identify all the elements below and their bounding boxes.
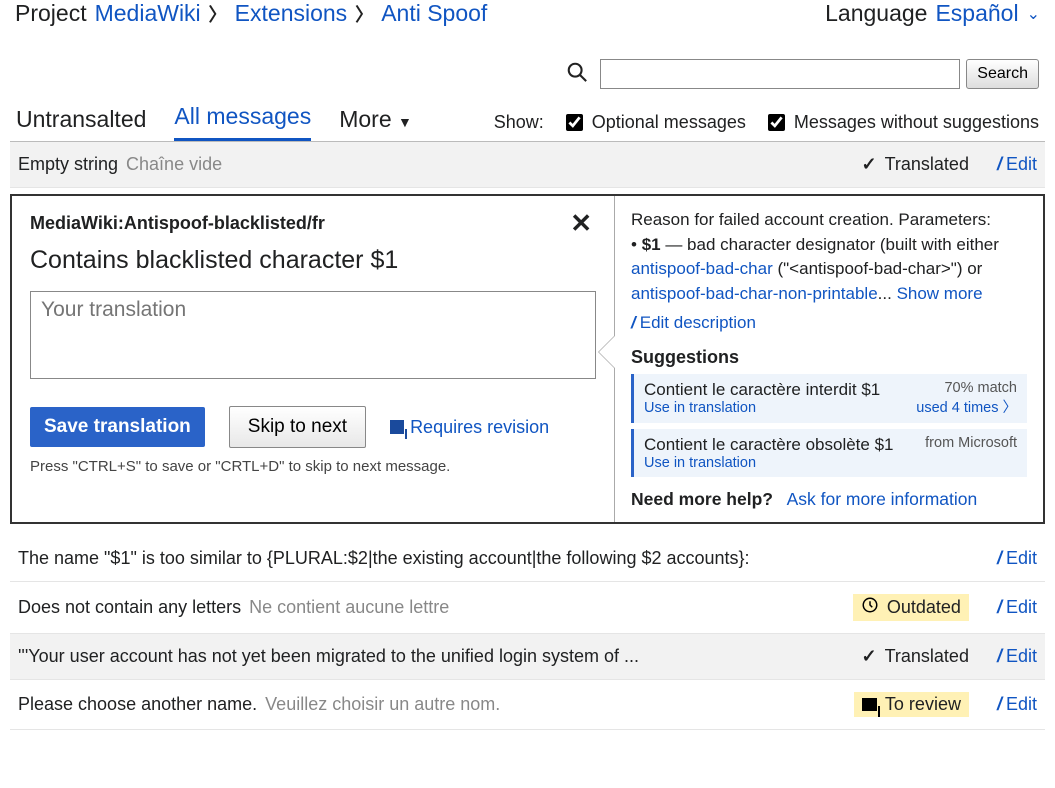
ask-info-link[interactable]: Ask for more information [787, 489, 978, 509]
requires-revision-link[interactable]: Requires revision [390, 417, 549, 438]
link-antispoof-bad-char-nonprintable[interactable]: antispoof-bad-char-non-printable [631, 284, 878, 303]
suggestion-match: 70% match [916, 380, 1017, 396]
link-antispoof-bad-char[interactable]: antispoof-bad-char [631, 259, 773, 278]
edit-link[interactable]: /Edit [997, 597, 1037, 618]
tab-all-messages[interactable]: All messages [174, 103, 311, 141]
message-row[interactable]: The name "$1" is too similar to {PLURAL:… [10, 536, 1045, 582]
use-in-translation-link[interactable]: Use in translation [644, 455, 915, 471]
search-button[interactable]: Search [966, 59, 1039, 89]
suggestion-text: Contient le caractère obsolète $1 [644, 435, 915, 455]
close-icon[interactable]: ✕ [566, 210, 596, 236]
chevron-right-icon: 〉 [355, 1, 373, 27]
suggestion-card: Contient le caractère interdit $1 Use in… [631, 374, 1027, 423]
language-label: Language [825, 0, 927, 27]
message-source: '''Your user account has not yet been mi… [18, 646, 639, 667]
show-label: Show: [494, 112, 544, 133]
status-outdated: Outdated [853, 594, 969, 621]
edit-link[interactable]: /Edit [997, 646, 1037, 667]
edit-link[interactable]: /Edit [997, 154, 1037, 175]
breadcrumb-prefix: Project [15, 0, 87, 27]
save-button[interactable]: Save translation [30, 407, 205, 447]
edit-link[interactable]: /Edit [997, 548, 1037, 569]
pencil-icon: / [997, 694, 1002, 715]
editor-message-key: MediaWiki:Antispoof-blacklisted/fr [30, 213, 325, 234]
message-row[interactable]: Empty string Chaîne vide Translated /Edi… [10, 142, 1045, 188]
language-selector[interactable]: Language Español ⌄ [825, 0, 1040, 27]
breadcrumb-antispoof[interactable]: Anti Spoof [381, 0, 487, 27]
message-translation: Chaîne vide [126, 154, 222, 175]
translation-input[interactable] [30, 291, 596, 379]
flag-icon [862, 698, 877, 711]
check-icon [861, 646, 876, 667]
suggestion-card: Contient le caractère obsolète $1 Use in… [631, 429, 1027, 477]
breadcrumb-extensions[interactable]: Extensions [235, 0, 348, 27]
message-row[interactable]: '''Your user account has not yet been mi… [10, 634, 1045, 680]
edit-description-link[interactable]: /Edit description [631, 313, 1027, 333]
breadcrumb-mediawiki[interactable]: MediaWiki [95, 0, 201, 27]
language-value: Español [935, 0, 1018, 27]
suggestion-source: from Microsoft [925, 435, 1017, 451]
suggestions-heading: Suggestions [631, 347, 1027, 368]
message-row[interactable]: Please choose another name. Veuillez cho… [10, 680, 1045, 730]
show-more-link[interactable]: Show more [897, 284, 983, 303]
search-input[interactable] [600, 59, 960, 89]
chevron-right-icon: 〉 [209, 1, 227, 27]
use-in-translation-link[interactable]: Use in translation [644, 400, 906, 416]
message-source: Please choose another name. [18, 694, 257, 715]
message-translation: Veuillez choisir un autre nom. [265, 694, 500, 715]
clock-icon [861, 596, 879, 619]
checkbox-optional[interactable]: Optional messages [562, 111, 746, 134]
skip-button[interactable]: Skip to next [229, 406, 366, 448]
pencil-icon: / [997, 597, 1002, 618]
tab-untranslated[interactable]: Untransalted [16, 106, 146, 141]
translation-editor: MediaWiki:Antispoof-blacklisted/fr ✕ Con… [10, 194, 1045, 524]
status-to-review: To review [854, 692, 969, 717]
message-description: Reason for failed account creation. Para… [631, 208, 1027, 307]
edit-link[interactable]: /Edit [997, 694, 1037, 715]
keyboard-hint: Press "CTRL+S" to save or "CRTL+D" to sk… [30, 458, 596, 475]
pencil-icon: / [997, 548, 1002, 569]
message-source: Empty string [18, 154, 118, 175]
pointer-icon [599, 336, 615, 368]
check-icon [861, 154, 876, 175]
chevron-down-icon: ⌄ [1027, 4, 1040, 24]
message-row[interactable]: Does not contain any letters Ne contient… [10, 582, 1045, 634]
flag-icon [390, 420, 404, 434]
pencil-icon: / [631, 313, 636, 333]
search-icon[interactable] [566, 61, 588, 88]
need-help-label: Need more help? [631, 489, 773, 509]
pencil-icon: / [997, 646, 1002, 667]
suggestion-usage-link[interactable]: used 4 times 〉 [916, 396, 1017, 417]
tab-more[interactable]: More ▼ [339, 106, 412, 141]
checkbox-nosuggestions[interactable]: Messages without suggestions [764, 111, 1039, 134]
message-translation: Ne contient aucune lettre [249, 597, 449, 618]
editor-source-text: Contains blacklisted character $1 [30, 246, 596, 275]
breadcrumb: Project MediaWiki 〉 Extensions 〉 Anti Sp… [10, 0, 1045, 35]
status-translated: Translated [861, 646, 968, 667]
status-translated: Translated [861, 154, 968, 175]
message-source: The name "$1" is too similar to {PLURAL:… [18, 548, 750, 569]
suggestion-text: Contient le caractère interdit $1 [644, 380, 906, 400]
caret-down-icon: ▼ [398, 114, 412, 130]
pencil-icon: / [997, 154, 1002, 175]
message-source: Does not contain any letters [18, 597, 241, 618]
